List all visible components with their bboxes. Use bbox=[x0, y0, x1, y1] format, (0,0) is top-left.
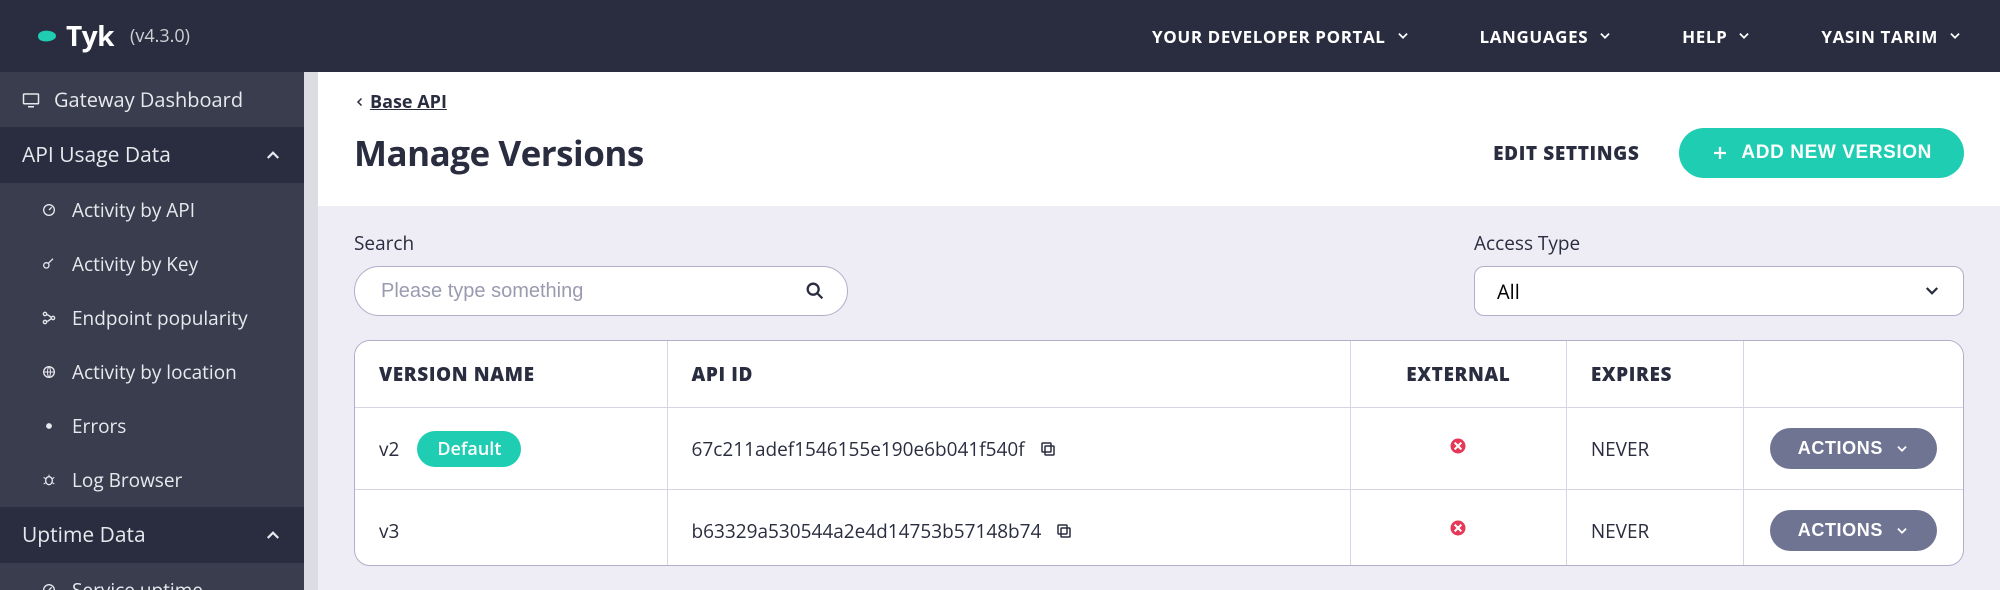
edit-settings-button[interactable]: EDIT SETTINGS bbox=[1493, 140, 1639, 166]
th-api-id: API ID bbox=[667, 341, 1350, 408]
sidebar-section-uptime[interactable]: Uptime Data bbox=[0, 507, 304, 563]
row-actions-button[interactable]: ACTIONS bbox=[1770, 428, 1937, 469]
sidebar-item-endpoint-popularity[interactable]: Endpoint popularity bbox=[0, 291, 304, 345]
chevron-down-icon bbox=[1895, 442, 1909, 456]
versions-table: VERSION NAME API ID EXTERNAL EXPIRES v2 … bbox=[354, 340, 1964, 566]
monitor-icon bbox=[22, 91, 40, 109]
sidebar-item-label: Activity by location bbox=[72, 359, 237, 385]
gauge-icon bbox=[40, 201, 58, 219]
tyk-logo-icon bbox=[38, 27, 56, 45]
sidebar-item-log-browser[interactable]: Log Browser bbox=[0, 453, 304, 507]
row-actions-button[interactable]: ACTIONS bbox=[1770, 510, 1937, 551]
th-expires: EXPIRES bbox=[1566, 341, 1743, 408]
sidebar-section-api-usage[interactable]: API Usage Data bbox=[0, 127, 304, 183]
page-title: Manage Versions bbox=[354, 130, 644, 177]
table-row: v3 b63329a530544a2e4d14753b57148b74 bbox=[355, 490, 1963, 567]
sidebar-item-label: Errors bbox=[72, 413, 126, 439]
access-type-label: Access Type bbox=[1474, 230, 1964, 256]
brand-version: (v4.3.0) bbox=[130, 24, 190, 48]
default-badge: Default bbox=[417, 431, 521, 467]
chevron-down-icon bbox=[1737, 29, 1751, 43]
sidebar-item-label: Endpoint popularity bbox=[72, 305, 248, 331]
sidebar-item-errors[interactable]: Errors bbox=[0, 399, 304, 453]
topnav-label: YASIN TARIM bbox=[1821, 25, 1938, 48]
topnav-help[interactable]: HELP bbox=[1682, 25, 1751, 48]
api-id-value: 67c211adef1546155e190e6b041f540f bbox=[692, 436, 1025, 462]
sidebar-item-activity-key[interactable]: Activity by Key bbox=[0, 237, 304, 291]
body-row: Gateway Dashboard API Usage Data Activit… bbox=[0, 72, 2000, 590]
expires-value: NEVER bbox=[1566, 490, 1743, 567]
breadcrumb-label: Base API bbox=[370, 90, 447, 114]
th-actions bbox=[1743, 341, 1963, 408]
row-actions-label: ACTIONS bbox=[1798, 520, 1883, 541]
page-actions: EDIT SETTINGS ADD NEW VERSION bbox=[1493, 128, 1964, 178]
filters: Search Access Type All bbox=[318, 206, 2000, 322]
sidebar-item-label: Activity by API bbox=[72, 197, 195, 223]
add-new-version-button[interactable]: ADD NEW VERSION bbox=[1679, 128, 1964, 178]
topnav-label: HELP bbox=[1682, 25, 1727, 48]
topnav-user[interactable]: YASIN TARIM bbox=[1821, 25, 1962, 48]
sidebar-item-label: Log Browser bbox=[72, 467, 182, 493]
chevron-up-icon bbox=[264, 526, 282, 544]
bug-icon bbox=[40, 471, 58, 489]
chevron-down-icon bbox=[1948, 29, 1962, 43]
topnav: YOUR DEVELOPER PORTAL LANGUAGES HELP YAS… bbox=[1152, 25, 1962, 48]
globe-icon bbox=[40, 363, 58, 381]
sidebar-item-service-uptime[interactable]: Service uptime bbox=[0, 563, 304, 590]
copy-icon[interactable] bbox=[1039, 440, 1057, 458]
filter-search: Search bbox=[354, 230, 848, 316]
search-input[interactable] bbox=[354, 266, 848, 316]
filter-access-type: Access Type All bbox=[1474, 230, 1964, 316]
plus-icon bbox=[1711, 144, 1729, 162]
search-label: Search bbox=[354, 230, 848, 256]
sidebar-section-label: API Usage Data bbox=[22, 141, 171, 169]
add-new-version-label: ADD NEW VERSION bbox=[1741, 142, 1932, 164]
table-row: v2 Default 67c211adef1546155e190e6b041f5… bbox=[355, 408, 1963, 490]
sidebar-item-gateway-dashboard[interactable]: Gateway Dashboard bbox=[0, 72, 304, 127]
main: Base API Manage Versions EDIT SETTINGS A… bbox=[318, 72, 2000, 590]
row-actions-label: ACTIONS bbox=[1798, 438, 1883, 459]
th-version: VERSION NAME bbox=[355, 341, 667, 408]
page-header: Base API Manage Versions EDIT SETTINGS A… bbox=[318, 72, 2000, 206]
gauge-icon bbox=[40, 581, 58, 590]
chevron-down-icon bbox=[1396, 29, 1410, 43]
branch-icon bbox=[40, 309, 58, 327]
breadcrumb-back[interactable]: Base API bbox=[354, 90, 447, 114]
sidebar-item-activity-api[interactable]: Activity by API bbox=[0, 183, 304, 237]
dot-icon bbox=[40, 417, 58, 435]
topnav-languages[interactable]: LANGUAGES bbox=[1480, 25, 1613, 48]
chevron-down-icon bbox=[1923, 282, 1941, 300]
key-icon bbox=[40, 255, 58, 273]
external-false-icon bbox=[1448, 436, 1468, 456]
th-external: EXTERNAL bbox=[1350, 341, 1566, 408]
api-id-value: b63329a530544a2e4d14753b57148b74 bbox=[692, 518, 1042, 544]
access-type-value: All bbox=[1497, 278, 1520, 305]
chevron-down-icon bbox=[1598, 29, 1612, 43]
chevron-up-icon bbox=[264, 146, 282, 164]
scroll-gutter[interactable] bbox=[304, 72, 318, 590]
topnav-developer-portal[interactable]: YOUR DEVELOPER PORTAL bbox=[1152, 25, 1409, 48]
sidebar-item-label: Service uptime bbox=[72, 577, 203, 590]
topbar: Tyk (v4.3.0) YOUR DEVELOPER PORTAL LANGU… bbox=[0, 0, 2000, 72]
search-icon[interactable] bbox=[804, 280, 826, 302]
topnav-label: YOUR DEVELOPER PORTAL bbox=[1152, 25, 1385, 48]
sidebar-item-label: Gateway Dashboard bbox=[54, 86, 243, 113]
table-header-row: VERSION NAME API ID EXTERNAL EXPIRES bbox=[355, 341, 1963, 408]
version-name: v2 bbox=[379, 436, 399, 462]
brand: Tyk (v4.3.0) bbox=[38, 17, 190, 55]
chevron-down-icon bbox=[1895, 524, 1909, 538]
page-header-row: Manage Versions EDIT SETTINGS ADD NEW VE… bbox=[354, 128, 1964, 178]
access-type-select[interactable]: All bbox=[1474, 266, 1964, 316]
chevron-left-icon bbox=[354, 96, 366, 108]
external-false-icon bbox=[1448, 518, 1468, 538]
sidebar-section-label: Uptime Data bbox=[22, 521, 146, 549]
sidebar-item-label: Activity by Key bbox=[72, 251, 198, 277]
copy-icon[interactable] bbox=[1055, 522, 1073, 540]
brand-name: Tyk bbox=[66, 17, 114, 55]
version-name: v3 bbox=[379, 518, 399, 544]
expires-value: NEVER bbox=[1566, 408, 1743, 490]
sidebar: Gateway Dashboard API Usage Data Activit… bbox=[0, 72, 304, 590]
topnav-label: LANGUAGES bbox=[1480, 25, 1589, 48]
sidebar-item-activity-location[interactable]: Activity by location bbox=[0, 345, 304, 399]
